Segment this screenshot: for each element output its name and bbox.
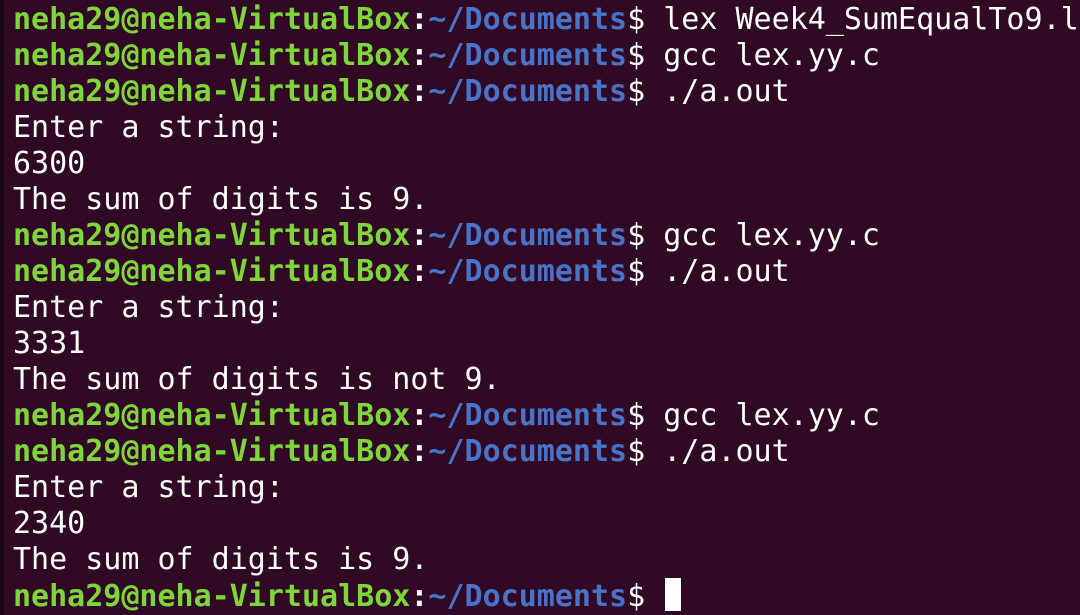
prompt-user-host: neha29@neha-VirtualBox [13,74,411,109]
prompt-path: ~/Documents [428,398,628,433]
output-text: 6300 [13,146,86,181]
output-line: The sum of digits is 9. [13,182,1080,218]
prompt-line: neha29@neha-VirtualBox:~/Documents$ lex … [13,2,1080,38]
output-text: 2340 [13,506,86,541]
text-cursor[interactable] [665,578,682,611]
prompt-dollar: $ [627,218,664,253]
active-prompt-line: neha29@neha-VirtualBox:~/Documents$ [13,578,1080,614]
prompt-user-host: neha29@neha-VirtualBox [13,579,411,614]
prompt-line: neha29@neha-VirtualBox:~/Documents$ gcc … [13,218,1080,254]
prompt-colon: : [410,254,429,289]
prompt-user-host: neha29@neha-VirtualBox [13,398,411,433]
prompt-dollar: $ [627,74,664,109]
command-text: lex Week4_SumEqualTo9.l [663,2,1079,37]
command-text: ./a.out [663,74,790,109]
prompt-path: ~/Documents [428,38,628,73]
prompt-path: ~/Documents [428,2,628,37]
output-line: Enter a string: [13,290,1080,326]
output-line: The sum of digits is not 9. [13,362,1080,398]
output-line: 6300 [13,146,1080,182]
prompt-colon: : [410,579,429,614]
prompt-line: neha29@neha-VirtualBox:~/Documents$ gcc … [13,38,1080,74]
command-text: gcc lex.yy.c [663,218,880,253]
output-line: 3331 [13,326,1080,362]
prompt-path: ~/Documents [428,434,628,469]
command-text: ./a.out [663,434,790,469]
prompt-colon: : [410,218,429,253]
command-text: gcc lex.yy.c [663,398,880,433]
output-text: Enter a string: [13,470,284,505]
prompt-path: ~/Documents [428,579,628,614]
prompt-user-host: neha29@neha-VirtualBox [13,218,411,253]
prompt-dollar: $ [627,434,664,469]
output-text: Enter a string: [13,110,284,145]
output-text: The sum of digits is 9. [13,182,429,217]
prompt-user-host: neha29@neha-VirtualBox [13,2,411,37]
prompt-dollar: $ [627,398,664,433]
prompt-line: neha29@neha-VirtualBox:~/Documents$ gcc … [13,398,1080,434]
prompt-colon: : [410,434,429,469]
prompt-path: ~/Documents [428,218,628,253]
prompt-dollar: $ [627,254,664,289]
terminal-window[interactable]: neha29@neha-VirtualBox:~/Documents$ lex … [0,0,1080,615]
prompt-colon: : [410,38,429,73]
output-text: The sum of digits is not 9. [13,362,501,397]
prompt-line: neha29@neha-VirtualBox:~/Documents$ ./a.… [13,434,1080,470]
output-text: The sum of digits is 9. [13,542,429,577]
output-line: The sum of digits is 9. [13,542,1080,578]
output-text: Enter a string: [13,290,284,325]
command-text: gcc lex.yy.c [663,38,880,73]
prompt-user-host: neha29@neha-VirtualBox [13,254,411,289]
prompt-line: neha29@neha-VirtualBox:~/Documents$ ./a.… [13,254,1080,290]
output-text: 3331 [13,326,86,361]
prompt-colon: : [410,74,429,109]
command-text: ./a.out [663,254,790,289]
output-line: Enter a string: [13,110,1080,146]
prompt-dollar: $ [627,2,664,37]
prompt-user-host: neha29@neha-VirtualBox [13,38,411,73]
prompt-path: ~/Documents [428,74,628,109]
prompt-colon: : [410,398,429,433]
prompt-dollar: $ [627,38,664,73]
terminal-output[interactable]: neha29@neha-VirtualBox:~/Documents$ lex … [13,2,1080,614]
prompt-dollar: $ [627,579,664,614]
output-line: Enter a string: [13,470,1080,506]
prompt-colon: : [410,2,429,37]
prompt-path: ~/Documents [428,254,628,289]
prompt-line: neha29@neha-VirtualBox:~/Documents$ ./a.… [13,74,1080,110]
output-line: 2340 [13,506,1080,542]
prompt-user-host: neha29@neha-VirtualBox [13,434,411,469]
